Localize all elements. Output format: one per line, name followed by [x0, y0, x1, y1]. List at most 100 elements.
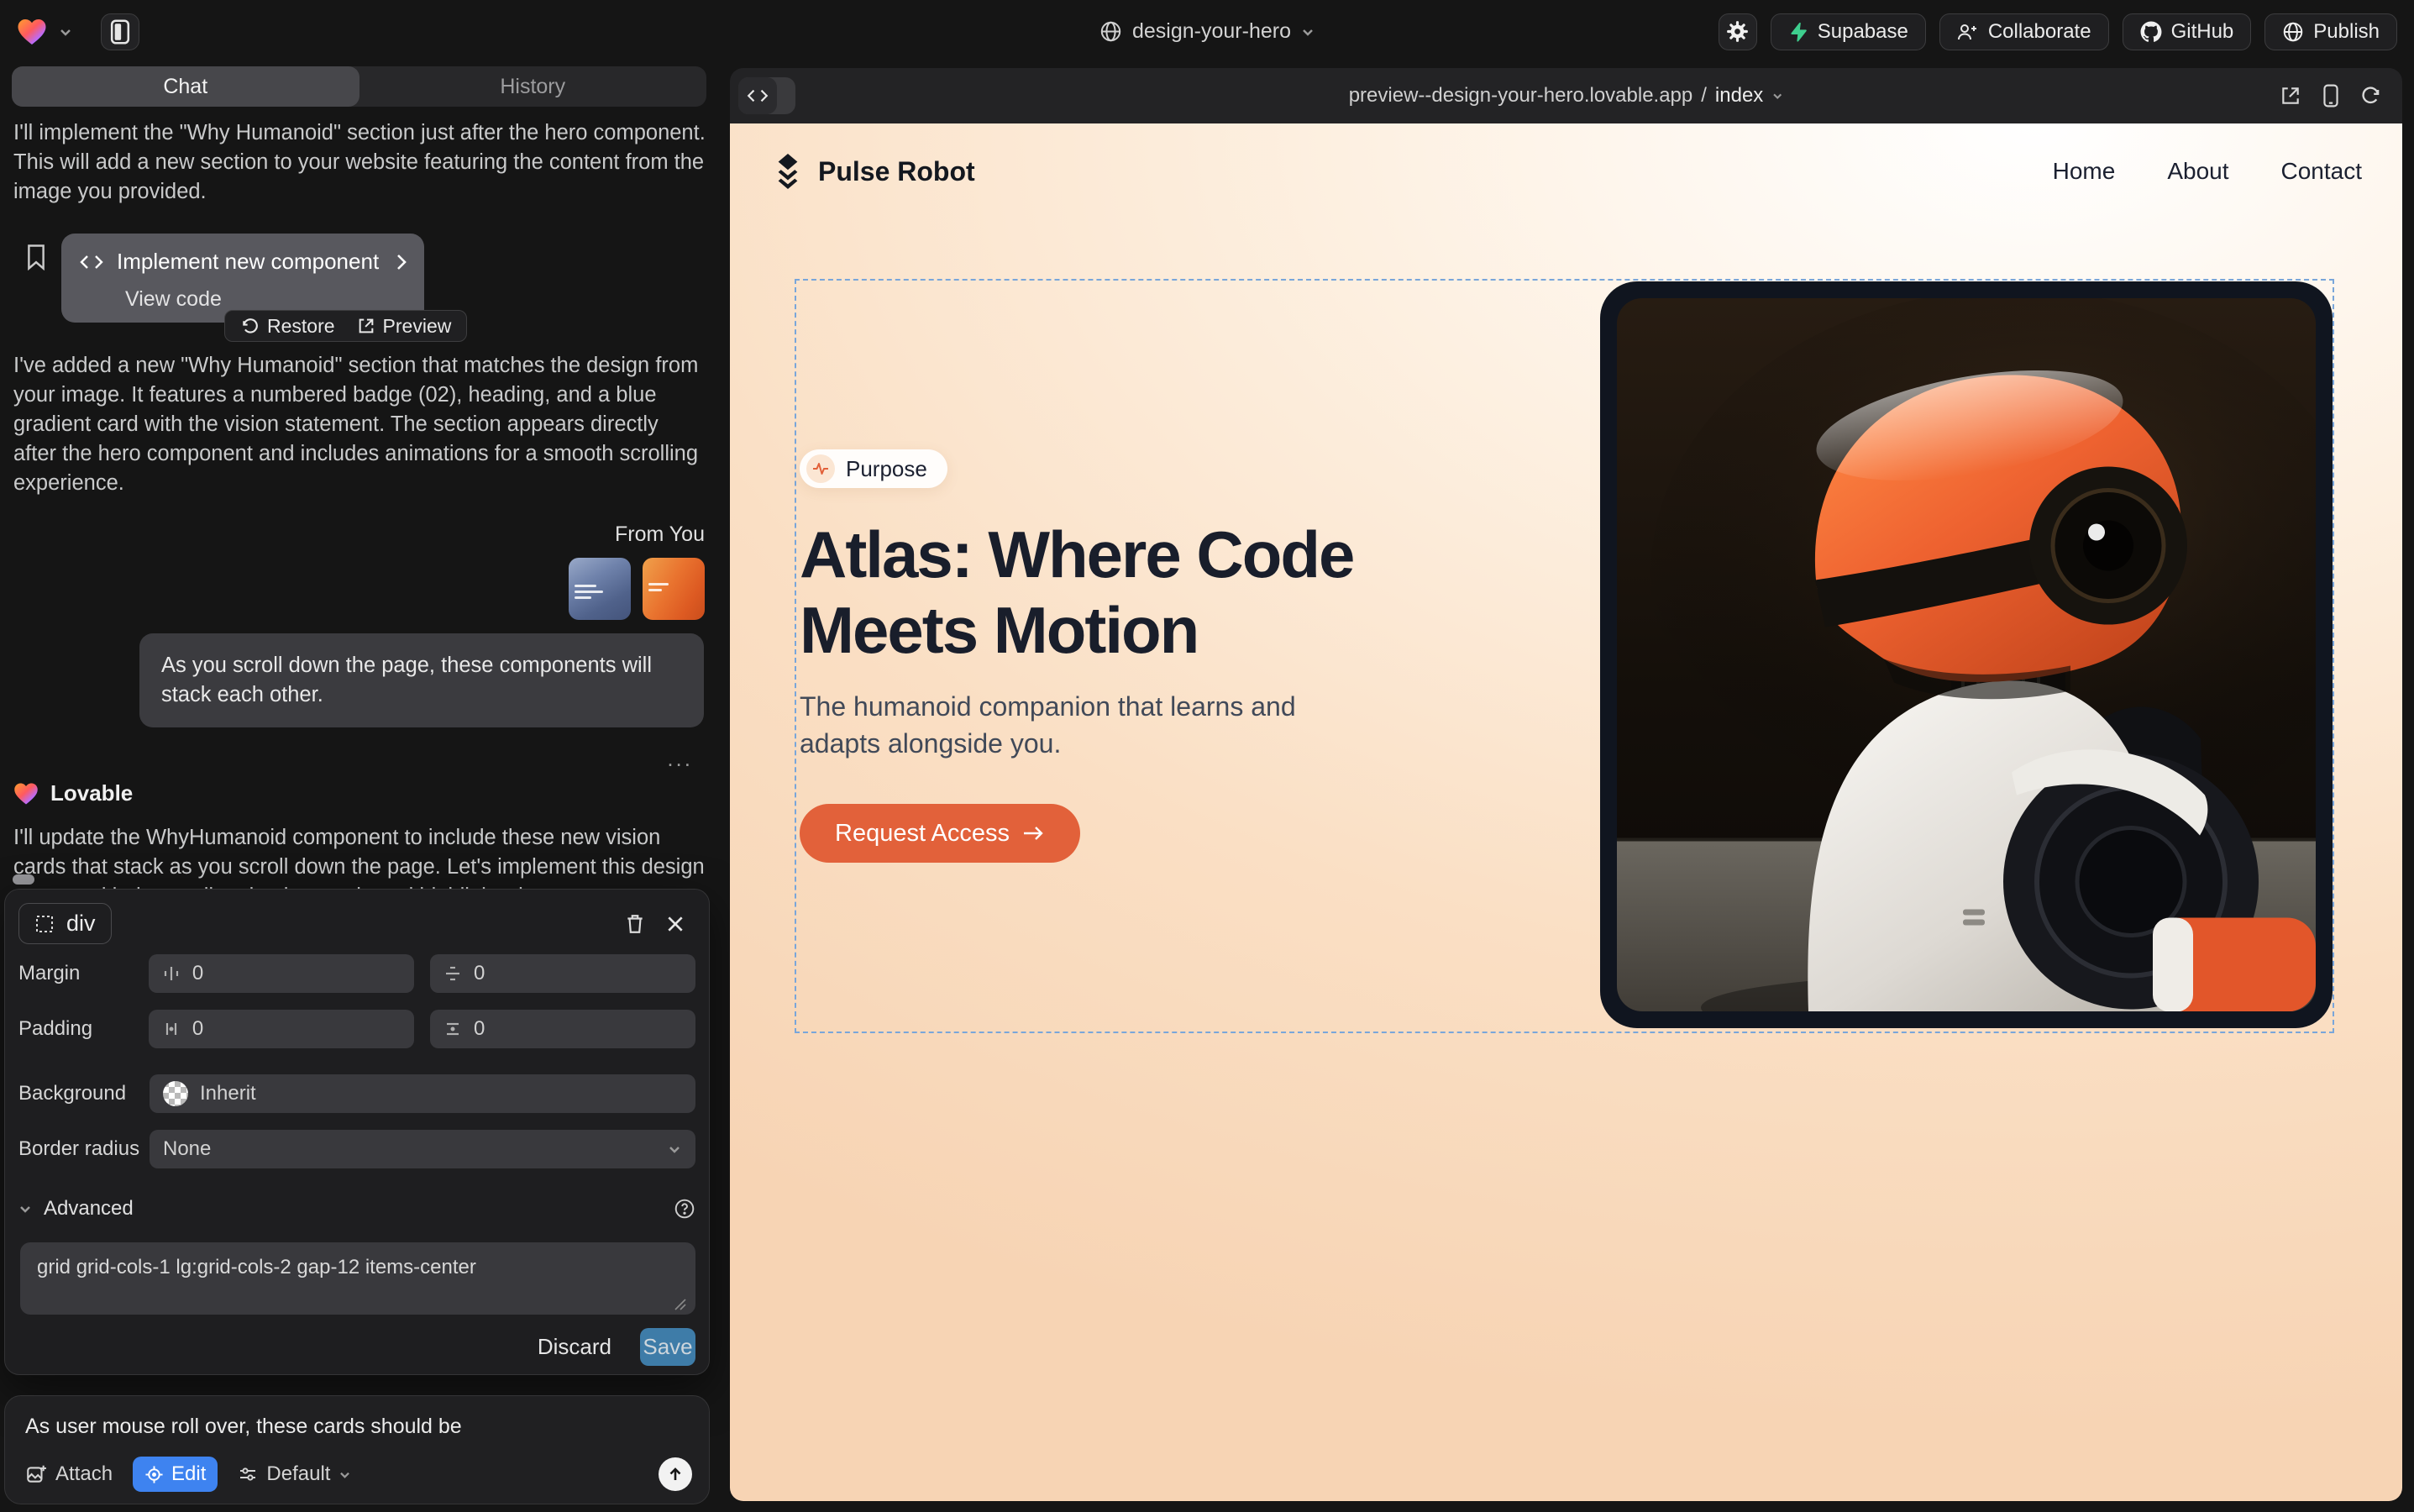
supabase-label: Supabase: [1818, 20, 1908, 44]
padding-y-input[interactable]: 0: [430, 1010, 695, 1048]
target-icon: [144, 1465, 164, 1484]
assistant-message: I've added a new "Why Humanoid" section …: [13, 351, 706, 498]
attach-button[interactable]: Attach: [25, 1462, 113, 1486]
nav-home[interactable]: Home: [2053, 158, 2116, 185]
background-label: Background: [18, 1082, 150, 1105]
delete-element-button[interactable]: [615, 906, 655, 942]
refresh-button[interactable]: [2360, 85, 2382, 107]
settings-button[interactable]: [1719, 13, 1757, 50]
close-icon: [666, 915, 685, 933]
discard-button[interactable]: Discard: [538, 1334, 611, 1360]
tab-history[interactable]: History: [359, 66, 707, 107]
preview-button[interactable]: Preview: [357, 312, 452, 341]
padding-x-input[interactable]: 0: [149, 1010, 414, 1048]
component-card-title: Implement new component: [117, 247, 379, 276]
padding-x-icon: [162, 1020, 181, 1038]
collaborate-button[interactable]: Collaborate: [1939, 13, 2109, 50]
nav-about[interactable]: About: [2167, 158, 2228, 185]
margin-x-input[interactable]: 0: [149, 954, 414, 993]
trash-icon: [625, 913, 645, 935]
globe-icon: [1099, 20, 1122, 43]
code-preview-toggle[interactable]: [738, 77, 795, 114]
collapse-chevron-icon[interactable]: [18, 1204, 32, 1214]
preview-url: preview--design-your-hero.lovable.app: [1349, 84, 1693, 108]
preview-url-bar[interactable]: preview--design-your-hero.lovable.app / …: [1349, 84, 1784, 108]
border-radius-select[interactable]: None: [150, 1130, 695, 1168]
bookmark-icon[interactable]: [25, 244, 47, 279]
tab-chat[interactable]: Chat: [12, 66, 359, 107]
robot-image: [1617, 298, 2316, 1011]
assistant-name: Lovable: [50, 779, 133, 808]
workspace-chevron-icon[interactable]: [59, 27, 72, 37]
chat-mode-select[interactable]: Default: [238, 1462, 351, 1486]
lovable-logo-heart-icon[interactable]: [17, 18, 47, 46]
border-radius-label: Border radius: [18, 1137, 150, 1161]
restore-button[interactable]: Restore: [240, 312, 335, 341]
publish-globe-icon: [2282, 21, 2304, 43]
publish-button[interactable]: Publish: [2264, 13, 2397, 50]
advanced-classes-textarea[interactable]: grid grid-cols-1 lg:grid-cols-2 gap-12 i…: [20, 1242, 695, 1315]
selected-hero-grid[interactable]: Purpose Atlas: Where Code Meets Motion T…: [795, 279, 2334, 1033]
composer-input[interactable]: As user mouse roll over, these cards sho…: [25, 1415, 689, 1439]
from-you-block: From You: [13, 520, 705, 620]
brand-name: Pulse Robot: [818, 156, 975, 187]
site-logo[interactable]: Pulse Robot: [770, 152, 975, 191]
background-input[interactable]: Inherit: [150, 1074, 695, 1113]
chat-composer[interactable]: As user mouse roll over, these cards sho…: [4, 1395, 710, 1504]
advanced-label[interactable]: Advanced: [44, 1197, 134, 1221]
padding-y-icon: [443, 1020, 462, 1038]
padding-label: Padding: [18, 1017, 149, 1041]
user-message-bubble: As you scroll down the page, these compo…: [139, 633, 704, 727]
preview-header: preview--design-your-hero.lovable.app / …: [730, 68, 2402, 123]
pulse-icon: [812, 462, 829, 475]
supabase-icon: [1788, 22, 1808, 42]
chat-scroll-area[interactable]: I'll implement the "Why Humanoid" sectio…: [0, 107, 718, 972]
selected-element-chip[interactable]: div: [18, 903, 112, 944]
github-icon: [2140, 21, 2162, 43]
open-in-new-tab-button[interactable]: [2280, 85, 2301, 107]
project-switcher[interactable]: design-your-hero: [1099, 0, 1315, 63]
site-nav: Home About Contact: [2053, 158, 2362, 185]
sidebar-toggle-button[interactable]: [101, 13, 139, 50]
supabase-button[interactable]: Supabase: [1771, 13, 1926, 50]
purpose-badge[interactable]: Purpose: [800, 449, 947, 488]
hero-text-column: Purpose Atlas: Where Code Meets Motion T…: [800, 281, 1488, 1032]
margin-x-icon: [162, 964, 181, 983]
transparency-swatch-icon: [163, 1081, 188, 1106]
help-button[interactable]: [674, 1198, 695, 1220]
publish-label: Publish: [2313, 20, 2380, 44]
collaborate-label: Collaborate: [1988, 20, 2091, 44]
hidden-bookmark-remnant: [13, 874, 34, 885]
lovable-app: design-your-hero: [0, 0, 2414, 1512]
attachment-thumbnail-blue[interactable]: [569, 558, 631, 620]
github-label: GitHub: [2171, 20, 2234, 44]
message-options-button[interactable]: ...: [13, 744, 705, 774]
github-button[interactable]: GitHub: [2123, 13, 2252, 50]
edit-mode-button[interactable]: Edit: [133, 1457, 218, 1492]
preview-viewport: Pulse Robot Home About Contact: [730, 123, 2402, 1501]
chevron-down-icon: [667, 1144, 682, 1154]
chevron-right-icon: [396, 253, 407, 271]
save-button[interactable]: Save: [640, 1328, 695, 1366]
external-link-icon: [357, 317, 375, 335]
nav-contact[interactable]: Contact: [2281, 158, 2363, 185]
arrow-right-icon: [1021, 824, 1045, 843]
code-icon: [80, 254, 103, 270]
preview-route: index: [1715, 84, 1763, 108]
attachment-thumbnail-orange[interactable]: [643, 558, 705, 620]
chat-sidebar: Chat History I'll implement the "Why Hum…: [0, 63, 718, 1512]
send-button[interactable]: [659, 1457, 692, 1491]
hero-image-card: [1600, 281, 2333, 1028]
refresh-icon: [2360, 85, 2382, 107]
element-tag: div: [66, 911, 96, 937]
close-inspector-button[interactable]: [655, 906, 695, 942]
view-code-link[interactable]: View code: [61, 276, 424, 314]
layers-icon: [770, 152, 806, 191]
preview-panel: preview--design-your-hero.lovable.app / …: [730, 68, 2402, 1501]
margin-y-input[interactable]: 0: [430, 954, 695, 993]
request-access-button[interactable]: Request Access: [800, 804, 1080, 863]
sliders-icon: [238, 1464, 258, 1484]
chevron-down-icon: [1301, 27, 1315, 37]
mobile-view-button[interactable]: [2322, 84, 2340, 108]
from-you-label: From You: [615, 520, 705, 549]
